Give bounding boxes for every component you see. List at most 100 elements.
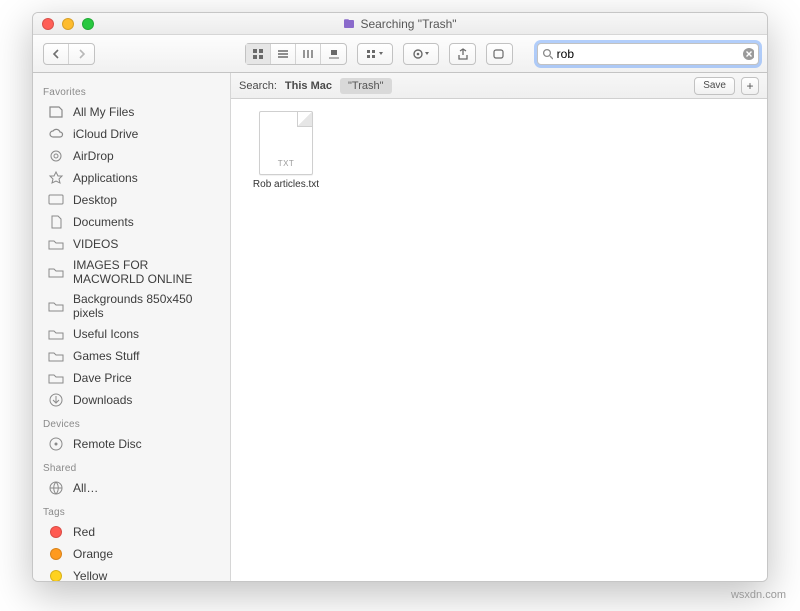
action-button-group [403, 43, 439, 65]
sidebar-item-videos[interactable]: VIDEOS [33, 233, 230, 255]
documents-icon [47, 214, 65, 230]
sidebar-item-label: iCloud Drive [73, 127, 138, 141]
icloud-icon [47, 126, 65, 142]
file-icon: TXT [259, 111, 313, 175]
sidebar-item-all-shared[interactable]: All… [33, 477, 230, 499]
sidebar-item-icloud[interactable]: iCloud Drive [33, 123, 230, 145]
scope-trash[interactable]: "Trash" [340, 78, 392, 94]
tag-dot-icon [50, 526, 62, 538]
watermark: wsxdn.com [731, 589, 786, 601]
titlebar: Searching "Trash" [33, 13, 767, 35]
finder-window: Searching "Trash" [32, 12, 768, 582]
sidebar-item-dave-price[interactable]: Dave Price [33, 367, 230, 389]
favorites-header: Favorites [33, 79, 230, 101]
view-switcher [245, 43, 347, 65]
tag-dot-icon [50, 570, 62, 581]
search-scope-bar: Search: This Mac "Trash" Save + [231, 73, 767, 99]
window-controls [42, 18, 94, 30]
tags-header: Tags [33, 499, 230, 521]
folder-icon [47, 348, 65, 364]
sidebar-item-backgrounds[interactable]: Backgrounds 850x450 pixels [33, 289, 230, 323]
arrange-button[interactable] [358, 44, 392, 64]
sidebar-item-label: Orange [73, 547, 113, 561]
sidebar-tag-orange[interactable]: Orange [33, 543, 230, 565]
sidebar-item-documents[interactable]: Documents [33, 211, 230, 233]
sidebar-item-label: Red [73, 525, 95, 539]
applications-icon [47, 170, 65, 186]
sidebar-item-games-stuff[interactable]: Games Stuff [33, 345, 230, 367]
devices-header: Devices [33, 411, 230, 433]
sidebar-item-applications[interactable]: Applications [33, 167, 230, 189]
search-icon [542, 48, 553, 60]
sidebar-item-airdrop[interactable]: AirDrop [33, 145, 230, 167]
folder-icon [47, 326, 65, 342]
sidebar-item-desktop[interactable]: Desktop [33, 189, 230, 211]
airdrop-icon [47, 148, 65, 164]
sidebar-item-remote-disc[interactable]: Remote Disc [33, 433, 230, 455]
save-search-button[interactable]: Save [694, 77, 735, 95]
sidebar-item-downloads[interactable]: Downloads [33, 389, 230, 411]
tags-button[interactable] [487, 44, 512, 64]
share-button[interactable] [450, 44, 475, 64]
sidebar-item-label: Useful Icons [73, 327, 139, 341]
sidebar-item-label: Dave Price [73, 371, 132, 385]
file-grid[interactable]: TXT Rob articles.txt [231, 99, 767, 581]
desktop-icon [47, 192, 65, 208]
arrange-button-group [357, 43, 393, 65]
sidebar-item-label: AirDrop [73, 149, 114, 163]
sidebar-item-label: IMAGES FOR MACWORLD ONLINE [73, 258, 220, 286]
close-button[interactable] [42, 18, 54, 30]
file-item[interactable]: TXT Rob articles.txt [245, 111, 327, 190]
toolbar [33, 35, 767, 73]
shared-header: Shared [33, 455, 230, 477]
view-coverflow-button[interactable] [321, 44, 346, 64]
sidebar-item-label: Remote Disc [73, 437, 142, 451]
action-button[interactable] [404, 44, 438, 64]
window-body: Favorites All My Files iCloud Drive AirD… [33, 73, 767, 581]
scope-this-mac[interactable]: This Mac [285, 80, 332, 92]
sidebar-item-label: Yellow [73, 569, 107, 581]
clear-search-icon[interactable] [742, 47, 754, 61]
window-title: Searching "Trash" [33, 17, 767, 31]
sidebar-item-label: Applications [73, 171, 138, 185]
main-content: Search: This Mac "Trash" Save + TXT Rob … [231, 73, 767, 581]
folder-icon [47, 298, 65, 314]
network-icon [47, 480, 65, 496]
file-name: Rob articles.txt [245, 179, 327, 190]
search-field[interactable] [537, 43, 759, 65]
sidebar-item-label: Documents [73, 215, 134, 229]
sidebar: Favorites All My Files iCloud Drive AirD… [33, 73, 231, 581]
search-label: Search: [239, 80, 277, 92]
folder-icon [47, 370, 65, 386]
sidebar-item-useful-icons[interactable]: Useful Icons [33, 323, 230, 345]
add-criteria-button[interactable]: + [741, 77, 759, 95]
sidebar-item-label: All… [73, 481, 98, 495]
back-button[interactable] [44, 44, 69, 64]
minimize-button[interactable] [62, 18, 74, 30]
search-folder-icon [343, 18, 355, 30]
nav-buttons [43, 43, 95, 65]
sidebar-tag-yellow[interactable]: Yellow [33, 565, 230, 581]
remote-disc-icon [47, 436, 65, 452]
all-my-files-icon [47, 104, 65, 120]
view-list-button[interactable] [271, 44, 296, 64]
sidebar-item-label: Downloads [73, 393, 132, 407]
folder-icon [47, 236, 65, 252]
sidebar-item-all-my-files[interactable]: All My Files [33, 101, 230, 123]
view-columns-button[interactable] [296, 44, 321, 64]
forward-button[interactable] [69, 44, 94, 64]
tags-button-group [486, 43, 513, 65]
sidebar-item-label: All My Files [73, 105, 134, 119]
folder-icon [47, 264, 65, 280]
zoom-button[interactable] [82, 18, 94, 30]
sidebar-item-label: Backgrounds 850x450 pixels [73, 292, 220, 320]
sidebar-item-label: VIDEOS [73, 237, 118, 251]
view-icons-button[interactable] [246, 44, 271, 64]
sidebar-item-label: Games Stuff [73, 349, 139, 363]
sidebar-tag-red[interactable]: Red [33, 521, 230, 543]
search-input[interactable] [553, 47, 742, 61]
sidebar-item-label: Desktop [73, 193, 117, 207]
tag-dot-icon [50, 548, 62, 560]
sidebar-item-images-macworld[interactable]: IMAGES FOR MACWORLD ONLINE [33, 255, 230, 289]
share-button-group [449, 43, 476, 65]
